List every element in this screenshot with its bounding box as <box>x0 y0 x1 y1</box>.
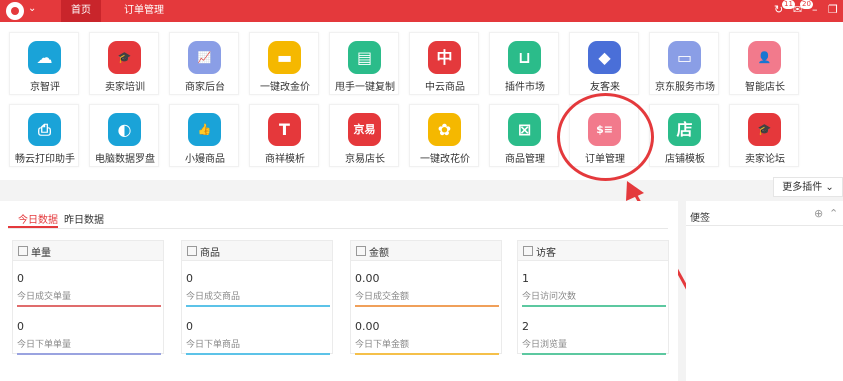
stat-card-title: 单量 <box>31 248 51 259</box>
more-plugins-label: 更多插件 <box>782 182 823 193</box>
stat-value: 0.00 <box>355 272 380 285</box>
more-plugins-button[interactable]: 更多插件 ⌄ <box>773 177 843 197</box>
stat-desc: 今日下单金额 <box>355 340 410 350</box>
tab-yesterday-data[interactable]: 昨日数据 <box>64 211 104 226</box>
stat-desc: 今日访问次数 <box>522 292 577 302</box>
memo-divider <box>686 225 843 226</box>
stat-value: 0 <box>186 320 193 333</box>
stat-card-title: 访客 <box>536 248 556 259</box>
stat-bar <box>17 305 161 307</box>
tab-today-data[interactable]: 今日数据 <box>18 211 58 226</box>
memo-title: 便签 <box>690 213 710 224</box>
stat-desc: 今日成交金额 <box>355 292 410 302</box>
stat-card-header: 单量 <box>13 241 163 261</box>
data-panel: 今日数据 昨日数据 单量 0 今日成交单量 0 今日下单单量 商品 0 今日成交商品 0 今日下单… <box>0 201 678 381</box>
stat-card: 单量 0 今日成交单量 0 今日下单单量 <box>12 240 164 355</box>
stat-value: 0 <box>186 272 193 285</box>
stat-bar <box>522 353 666 355</box>
stat-bar <box>186 353 330 355</box>
document-icon <box>523 246 533 256</box>
chevron-down-icon: ⌄ <box>825 182 834 193</box>
stat-desc: 今日成交单量 <box>17 292 72 302</box>
tab-divider <box>8 228 668 229</box>
stat-value: 0 <box>17 320 24 333</box>
stat-value: 0 <box>17 272 24 285</box>
stat-bar <box>355 353 499 355</box>
stat-value: 2 <box>522 320 529 333</box>
stat-bar <box>355 305 499 307</box>
stat-value: 1 <box>522 272 529 285</box>
stat-card: 商品 0 今日成交商品 0 今日下单商品 <box>181 240 333 355</box>
stat-value: 0.00 <box>355 320 380 333</box>
document-icon <box>18 246 28 256</box>
stat-desc: 今日浏览量 <box>522 340 568 350</box>
stat-card-title: 商品 <box>200 248 220 259</box>
stat-bar <box>522 305 666 307</box>
stat-bar <box>17 353 161 355</box>
stat-card-header: 商品 <box>182 241 332 261</box>
stat-desc: 今日下单商品 <box>186 340 241 350</box>
stat-card-header: 访客 <box>518 241 668 261</box>
stat-desc: 今日成交商品 <box>186 292 241 302</box>
stat-desc: 今日下单单量 <box>17 340 72 350</box>
chevron-up-icon[interactable]: ⌃ <box>829 207 838 220</box>
document-icon <box>187 246 197 256</box>
stat-card: 访客 1 今日访问次数 2 今日浏览量 <box>517 240 669 355</box>
document-icon <box>356 246 366 256</box>
stat-bar <box>186 305 330 307</box>
add-icon[interactable]: ⊕ <box>814 207 823 220</box>
memo-panel: 便签 ⊕ ⌃ <box>686 201 843 381</box>
stat-card-title: 金额 <box>369 248 389 259</box>
stat-card-header: 金额 <box>351 241 501 261</box>
stat-card: 金额 0.00 今日成交金额 0.00 今日下单金额 <box>350 240 502 355</box>
